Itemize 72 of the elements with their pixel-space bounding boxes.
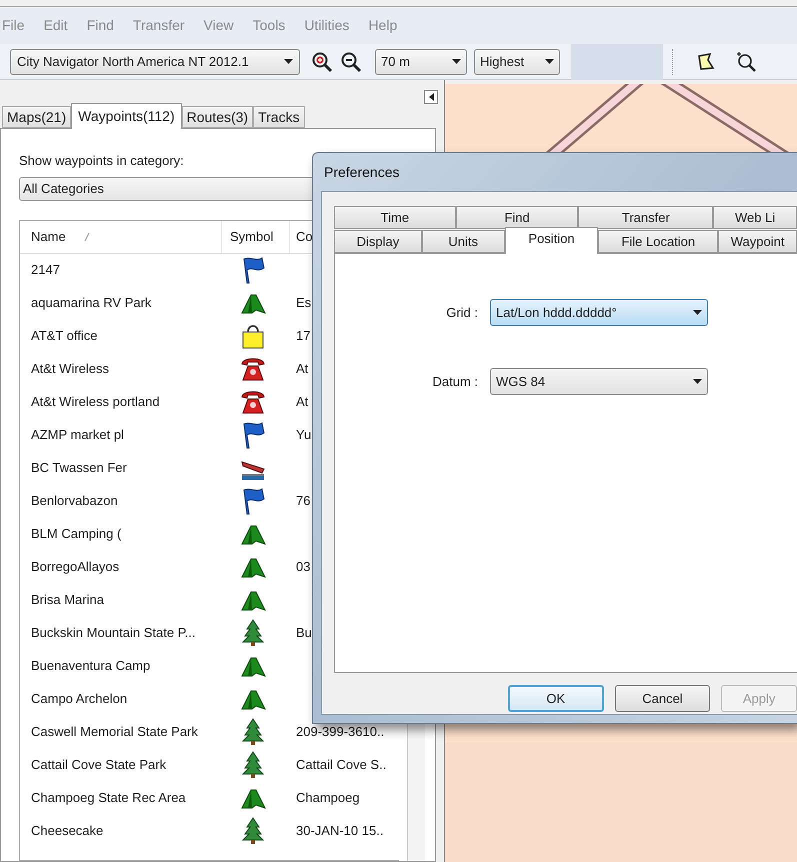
caret-icon [452, 59, 461, 64]
detail-dropdown[interactable]: Highest [474, 48, 560, 74]
waypoint-name: Cattail Cove State Park [30, 756, 168, 774]
column-header[interactable]: Co [290, 220, 313, 252]
select-field[interactable]: Lat/Lon hddd.ddddd° [490, 299, 708, 326]
waypoint-comment: 03 [295, 558, 310, 576]
zoom-level-dropdown[interactable]: 70 m [375, 48, 467, 74]
waypoint-comment: 17 [295, 327, 310, 346]
dialog-button[interactable]: OK [508, 685, 604, 712]
select-field[interactable]: WGS 84 [490, 368, 708, 395]
waypoint-comment: 76 [295, 492, 310, 510]
column-header[interactable]: Symbol [222, 220, 290, 252]
caret-icon [545, 59, 554, 64]
waypoint-name: Buenaventura Camp [30, 657, 152, 676]
waypoint-name: BC Twassen Fer [30, 459, 128, 478]
panel-tab[interactable]: Routes(3) [182, 106, 254, 128]
collapse-panel-button[interactable] [424, 90, 438, 104]
waypoint-name: At&t Wireless [30, 360, 110, 378]
waypoint-name: Champoeg State Rec Area [30, 789, 187, 808]
waypoint-name: BorregoAllayos [30, 558, 120, 576]
waypoint-name: AZMP market pl [30, 426, 125, 444]
category-label: Show waypoints in category: [19, 152, 185, 170]
waypoint-name: AT&T office [30, 327, 98, 346]
map-product-dropdown[interactable]: City Navigator North America NT 2012.1 [10, 48, 300, 74]
zoom-in-icon[interactable] [311, 50, 333, 72]
waypoint-name: Cheesecake [30, 822, 104, 840]
waypoint-comment: At [295, 393, 308, 412]
waypoint-comment: Yu [295, 426, 312, 444]
preferences-tab[interactable]: Find [456, 206, 578, 229]
shopping-bag-icon [240, 322, 266, 350]
left-arrow-icon [428, 93, 434, 101]
zoom-tool-icon[interactable] [735, 50, 757, 72]
dialog-button[interactable]: Cancel [614, 685, 710, 712]
preferences-tab[interactable]: Position [504, 227, 598, 254]
caret-icon [693, 379, 702, 384]
waypoint-name: At&t Wireless portland [30, 393, 161, 412]
field-label: Grid : [445, 304, 479, 322]
tree-icon [240, 619, 266, 647]
waypoint-comment: Cattail Cove S.. [295, 756, 386, 774]
preferences-tab[interactable]: Time [334, 206, 456, 229]
preferences-tab[interactable]: Display [334, 230, 422, 253]
preferences-tab[interactable]: File Location [598, 230, 718, 253]
column-header[interactable]: Name [20, 220, 222, 252]
waypoint-name: BLM Camping ( [30, 525, 122, 544]
panel-tab[interactable]: Tracks [253, 106, 305, 128]
waypoint-name: Caswell Memorial State Park [30, 723, 199, 742]
waypoint-name: Buckskin Mountain State P... [30, 624, 197, 642]
waypoint-comment: Bu [295, 624, 312, 642]
tree-icon [240, 817, 266, 845]
preferences-tab[interactable]: Waypoint [718, 230, 797, 253]
waypoint-comment: At [295, 360, 308, 378]
caret-icon [693, 310, 702, 315]
waypoint-comment: Champoeg [295, 789, 360, 808]
tree-icon [240, 718, 266, 746]
waypoint-name: Campo Archelon [30, 690, 128, 708]
preferences-tab[interactable]: Units [422, 230, 505, 253]
preferences-tab[interactable]: Web Li [713, 206, 797, 229]
selection-tool-icon[interactable] [696, 52, 716, 72]
waypoint-name: 2147 [30, 261, 61, 280]
waypoint-comment: 30-JAN-10 15.. [295, 822, 384, 840]
preferences-tab[interactable]: Transfer [578, 206, 714, 229]
caret-icon [284, 59, 293, 64]
zoom-out-icon[interactable] [340, 50, 362, 72]
tree-icon [240, 751, 266, 779]
waypoint-comment: 209-399-3610.. [295, 723, 384, 742]
waypoint-name: aquamarina RV Park [30, 294, 152, 312]
waypoint-name: Benlorvabazon [30, 492, 119, 510]
panel-tab[interactable]: Maps(21) [2, 106, 72, 128]
field-label: Datum : [431, 372, 479, 391]
waypoint-name: Brisa Marina [30, 591, 105, 610]
panel-tab[interactable]: Waypoints(112) [71, 103, 182, 129]
waypoint-comment: Es [295, 294, 312, 312]
